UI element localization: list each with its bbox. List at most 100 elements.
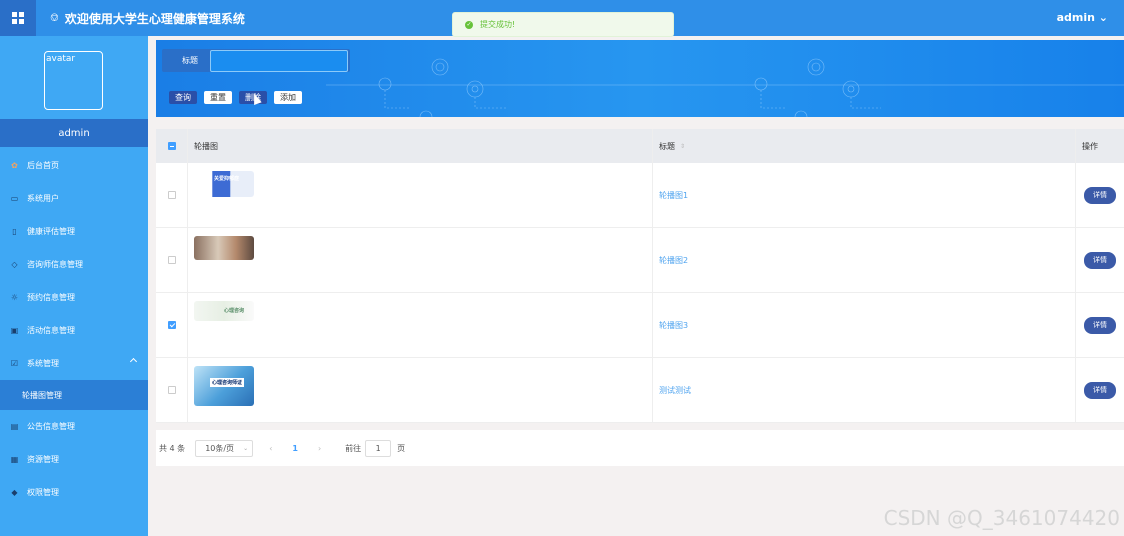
pagination: 共 4 条 10条/页 ⌄ ‹ 1 › 前往 1 页 (156, 430, 1124, 466)
row-select-cell (156, 163, 188, 227)
sidebar-item-announcement[interactable]: ▤ 公告信息管理 (0, 410, 148, 443)
sort-icon[interactable]: ⇕ (680, 143, 685, 150)
carousel-thumbnail[interactable] (194, 236, 254, 260)
detail-button[interactable]: 详情 (1084, 186, 1116, 204)
image-cell: 心理咨询 (188, 293, 653, 357)
row-checkbox[interactable] (167, 321, 176, 329)
sidebar-item-label: 咨询师信息管理 (27, 260, 83, 269)
add-button[interactable]: 添加 (274, 91, 302, 104)
current-page[interactable]: 1 (292, 444, 298, 453)
bookmark-icon: ▯ (12, 227, 17, 236)
logo-icon: ⎊ (50, 11, 59, 24)
ops-cell: 详情 (1076, 163, 1124, 227)
goto-label: 前往 (345, 443, 362, 453)
title-search-input[interactable] (210, 49, 348, 72)
detail-button[interactable]: 详情 (1084, 381, 1116, 399)
avatar-alt-text: avatar (46, 54, 76, 64)
sidebar-item-carousel[interactable]: 轮播图管理 (0, 380, 148, 410)
table-row: 轮播图2 详情 (156, 228, 1124, 293)
row-checkbox[interactable] (167, 386, 176, 394)
title-cell: 轮播图3 (653, 293, 1076, 357)
sidebar-menu: ✿ 后台首页 ▭ 系统用户 ▯ 健康评估管理 ◇ 咨询师信息管理 ☼ 预约信息管… (0, 149, 148, 509)
row-select-cell (156, 358, 188, 422)
sidebar-item-appointment[interactable]: ☼ 预约信息管理 (0, 281, 148, 314)
header-title-label: 标题 (659, 141, 675, 151)
select-all-checkbox[interactable] (167, 142, 176, 150)
inbox-icon: ▣ (10, 326, 19, 335)
sidebar-item-permissions[interactable]: ◆ 权限管理 (0, 476, 148, 509)
title-cell: 轮播图1 (653, 163, 1076, 227)
row-title: 测试测试 (659, 385, 691, 395)
app-title: 欢迎使用大学生心理健康管理系统 (64, 11, 245, 26)
sidebar-item-label: 权限管理 (27, 488, 59, 497)
sidebar-item-label: 轮播图管理 (22, 390, 62, 400)
watermark: CSDN @Q_3461074420 (883, 506, 1120, 530)
carousel-table: 轮播图 标题 ⇕ 操作 关爱抑郁症 轮播图1 详情 轮播图2 详情 心理咨询 轮… (156, 129, 1124, 423)
grid-menu-button[interactable] (0, 0, 36, 36)
chevron-up-icon (129, 357, 138, 366)
prev-page-button[interactable]: ‹ (269, 444, 272, 453)
row-title: 轮播图2 (659, 255, 689, 265)
ops-cell: 详情 (1076, 228, 1124, 292)
row-select-cell (156, 228, 188, 292)
message-icon: ▤ (10, 422, 19, 431)
carousel-thumbnail[interactable]: 关爱抑郁症 (194, 171, 254, 197)
search-banner: 标题 查询 重置 删除 添加 (156, 40, 1124, 117)
sidebar-item-activity[interactable]: ▣ 活动信息管理 (0, 314, 148, 347)
carousel-thumbnail[interactable]: 心理咨询 (194, 301, 254, 321)
tag-icon: ◆ (11, 488, 18, 497)
sidebar-item-label: 健康评估管理 (27, 227, 75, 236)
thumbnail-text: 心理咨询 (224, 308, 245, 314)
sidebar-item-label: 公告信息管理 (27, 422, 75, 431)
sidebar-item-home[interactable]: ✿ 后台首页 (0, 149, 148, 182)
sidebar-username: admin (0, 119, 148, 147)
row-select-cell (156, 293, 188, 357)
sidebar-item-resources[interactable]: ▦ 资源管理 (0, 443, 148, 476)
page-size-select[interactable]: 10条/页 ⌄ (195, 439, 254, 457)
sidebar-item-system-users[interactable]: ▭ 系统用户 (0, 182, 148, 215)
detail-button[interactable]: 详情 (1084, 251, 1116, 269)
sidebar-item-system-management[interactable]: ☑ 系统管理 (0, 347, 148, 380)
carousel-thumbnail[interactable]: 心理咨询师证 (194, 366, 254, 406)
next-page-button[interactable]: › (318, 444, 321, 453)
reset-button[interactable]: 重置 (204, 91, 232, 104)
delete-button[interactable]: 删除 (239, 91, 267, 106)
goto-page-input[interactable]: 1 (365, 439, 392, 457)
row-checkbox[interactable] (167, 191, 176, 199)
title-cell: 轮播图2 (653, 228, 1076, 292)
header-image: 轮播图 (188, 129, 653, 163)
page-unit: 页 (397, 443, 406, 453)
thumbnail-text: 关爱抑郁症 (214, 176, 240, 182)
query-button[interactable]: 查询 (169, 91, 197, 104)
search-label: 标题 (182, 56, 198, 65)
header-title[interactable]: 标题 ⇕ (653, 129, 1076, 163)
archive-icon: ▦ (10, 455, 19, 464)
row-title: 轮播图1 (659, 190, 689, 200)
tag-icon: ◇ (11, 260, 18, 269)
row-title: 轮播图3 (659, 320, 689, 330)
sidebar-item-counselor[interactable]: ◇ 咨询师信息管理 (0, 248, 148, 281)
sidebar-item-health-assessment[interactable]: ▯ 健康评估管理 (0, 215, 148, 248)
check-circle-icon: ✓ (465, 20, 473, 29)
sidebar-item-label: 后台首页 (27, 161, 59, 170)
row-checkbox[interactable] (167, 256, 176, 264)
sidebar-item-label: 系统管理 (27, 359, 59, 368)
success-toast: ✓ 提交成功! (452, 12, 674, 37)
header-ops: 操作 (1082, 141, 1098, 151)
toast-message: 提交成功! (480, 20, 516, 29)
sidebar-item-label: 活动信息管理 (27, 326, 75, 335)
ops-cell: 详情 (1076, 293, 1124, 357)
ops-cell: 详情 (1076, 358, 1124, 422)
table-row: 心理咨询师证 测试测试 详情 (156, 358, 1124, 423)
monitor-icon: ▭ (10, 194, 19, 203)
page-size-value: 10条/页 (205, 443, 235, 453)
user-menu[interactable]: admin ⌄ (1057, 11, 1108, 24)
image-cell (188, 228, 653, 292)
avatar: avatar (44, 51, 103, 110)
home-icon: ✿ (11, 161, 18, 170)
image-cell: 心理咨询师证 (188, 358, 653, 422)
select-all-cell (156, 129, 188, 163)
sidebar-item-label: 资源管理 (27, 455, 59, 464)
sidebar-item-label: 预约信息管理 (27, 293, 75, 302)
detail-button[interactable]: 详情 (1084, 316, 1116, 334)
